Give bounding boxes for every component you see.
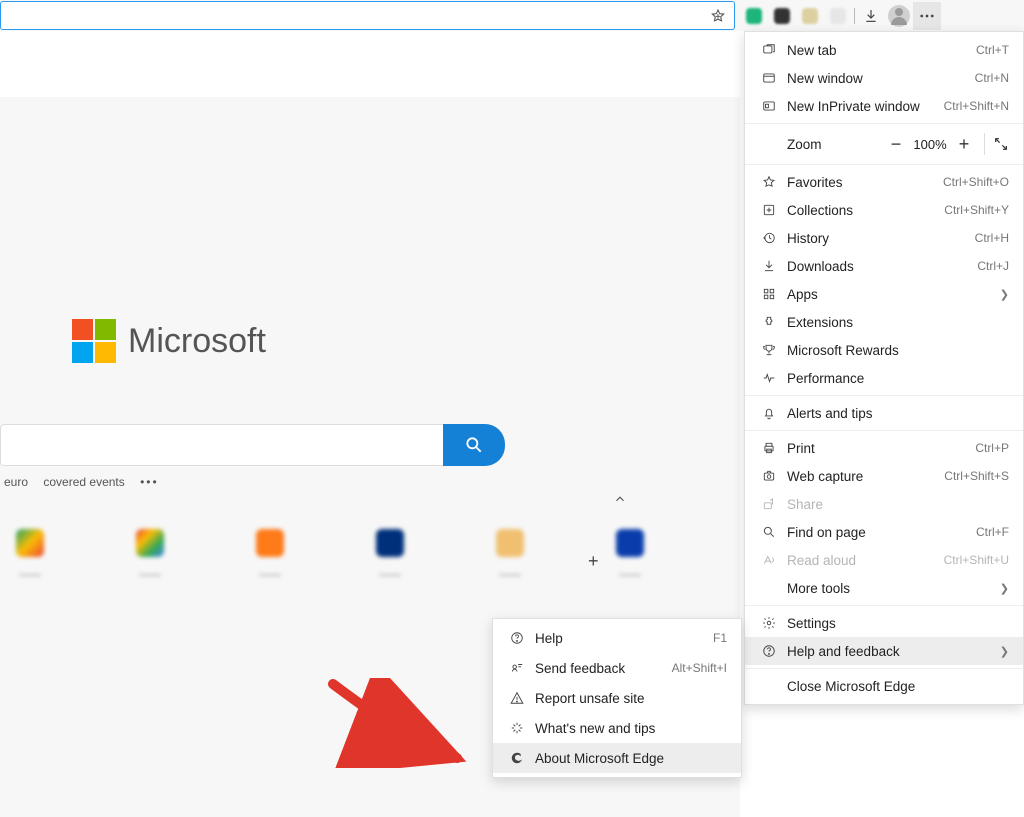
share-icon (759, 497, 779, 511)
warning-icon (507, 691, 527, 705)
menu-print[interactable]: Print Ctrl+P (745, 434, 1023, 462)
submenu-whats-new[interactable]: What's new and tips (493, 713, 741, 743)
menu-rewards[interactable]: Microsoft Rewards (745, 336, 1023, 364)
menu-more-tools[interactable]: More tools ❯ (745, 574, 1023, 602)
search-row (0, 424, 505, 466)
menu-performance[interactable]: Performance (745, 364, 1023, 392)
capture-icon (759, 469, 779, 483)
toolbar-divider (854, 8, 855, 24)
feedback-icon (507, 661, 527, 675)
more-menu-button[interactable] (913, 2, 941, 30)
menu-settings[interactable]: Settings (745, 609, 1023, 637)
collapse-icon[interactable] (613, 492, 627, 509)
menu-help-feedback[interactable]: Help and feedback ❯ (745, 637, 1023, 665)
new-tab-icon (759, 43, 779, 57)
microsoft-logo-text: Microsoft (128, 322, 266, 361)
browser-top-strip (0, 0, 1024, 31)
apps-icon (759, 287, 779, 301)
top-site[interactable]: —— (480, 529, 540, 581)
puzzle-icon (759, 315, 779, 329)
read-aloud-icon (759, 553, 779, 567)
quick-link[interactable]: euro (4, 475, 28, 489)
printer-icon (759, 441, 779, 455)
menu-new-window[interactable]: New window Ctrl+N (745, 64, 1023, 92)
menu-apps[interactable]: Apps ❯ (745, 280, 1023, 308)
menu-favorites[interactable]: Favorites Ctrl+Shift+O (745, 168, 1023, 196)
collections-icon (759, 203, 779, 217)
chevron-right-icon: ❯ (1000, 288, 1009, 301)
chevron-right-icon: ❯ (1000, 645, 1009, 658)
downloads-icon[interactable] (857, 2, 885, 30)
quick-link[interactable]: covered events (43, 475, 124, 489)
star-icon (759, 175, 779, 189)
sparkle-icon (507, 721, 527, 735)
top-site[interactable]: —— (120, 529, 180, 581)
trophy-icon (759, 343, 779, 357)
fullscreen-button[interactable] (987, 130, 1015, 158)
zoom-value: 100% (910, 137, 950, 152)
extension-4-icon[interactable] (824, 2, 852, 30)
menu-read-aloud: Read aloud Ctrl+Shift+U (745, 546, 1023, 574)
menu-inprivate[interactable]: New InPrivate window Ctrl+Shift+N (745, 92, 1023, 120)
help-feedback-submenu: Help F1 Send feedback Alt+Shift+I Report… (492, 618, 742, 778)
menu-find[interactable]: Find on page Ctrl+F (745, 518, 1023, 546)
download-icon (759, 259, 779, 273)
settings-and-more-menu: New tab Ctrl+T New window Ctrl+N New InP… (744, 31, 1024, 705)
search-icon (759, 525, 779, 539)
search-button[interactable] (443, 424, 505, 466)
submenu-about-edge[interactable]: About Microsoft Edge (493, 743, 741, 773)
bell-icon (759, 406, 779, 420)
chevron-right-icon: ❯ (1000, 582, 1009, 595)
add-site-button[interactable]: + (588, 551, 599, 572)
top-site[interactable]: —— (240, 529, 300, 581)
menu-collections[interactable]: Collections Ctrl+Shift+Y (745, 196, 1023, 224)
edge-icon (507, 751, 527, 765)
address-bar[interactable] (0, 1, 735, 30)
menu-zoom: Zoom − 100% + (745, 127, 1023, 161)
menu-history[interactable]: History Ctrl+H (745, 224, 1023, 252)
inprivate-icon (759, 99, 779, 113)
zoom-out-button[interactable]: − (882, 130, 910, 158)
menu-new-tab[interactable]: New tab Ctrl+T (745, 36, 1023, 64)
extension-1-icon[interactable] (740, 2, 768, 30)
submenu-help[interactable]: Help F1 (493, 623, 741, 653)
top-sites: —— —— —— —— —— —— (0, 529, 660, 581)
menu-extensions[interactable]: Extensions (745, 308, 1023, 336)
zoom-in-button[interactable]: + (950, 130, 978, 158)
history-icon (759, 231, 779, 245)
gear-icon (759, 616, 779, 630)
microsoft-logo: Microsoft (72, 319, 266, 363)
extension-2-icon[interactable] (768, 2, 796, 30)
quick-links: euro covered events ••• (4, 475, 171, 489)
microsoft-logo-icon (72, 319, 116, 363)
toolbar-icons (740, 0, 1024, 31)
favorite-star-icon[interactable] (710, 8, 726, 28)
menu-capture[interactable]: Web capture Ctrl+Shift+S (745, 462, 1023, 490)
submenu-send-feedback[interactable]: Send feedback Alt+Shift+I (493, 653, 741, 683)
quick-more-icon[interactable]: ••• (140, 475, 159, 489)
window-icon (759, 71, 779, 85)
profile-avatar[interactable] (885, 2, 913, 30)
menu-downloads[interactable]: Downloads Ctrl+J (745, 252, 1023, 280)
help-icon (507, 631, 527, 645)
search-input[interactable] (0, 424, 443, 466)
pulse-icon (759, 371, 779, 385)
top-site[interactable]: —— (0, 529, 60, 581)
menu-share: Share (745, 490, 1023, 518)
top-site[interactable]: —— (600, 529, 660, 581)
menu-close-edge[interactable]: Close Microsoft Edge (745, 672, 1023, 700)
help-icon (759, 644, 779, 658)
submenu-report-unsafe[interactable]: Report unsafe site (493, 683, 741, 713)
menu-alerts[interactable]: Alerts and tips (745, 399, 1023, 427)
extension-3-icon[interactable] (796, 2, 824, 30)
top-site[interactable]: —— (360, 529, 420, 581)
